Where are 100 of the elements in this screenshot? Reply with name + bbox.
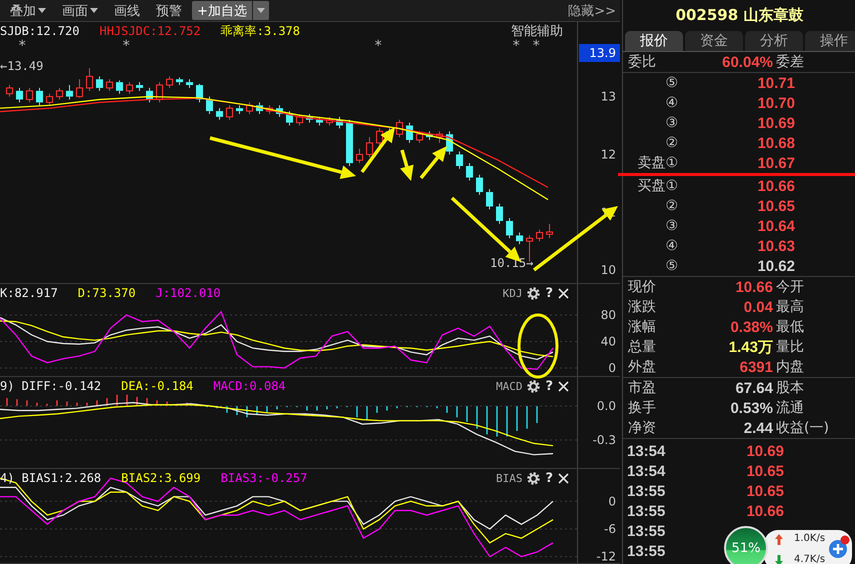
stat-label: 最低	[776, 318, 805, 336]
order-price: 10.66	[756, 178, 796, 194]
candlestick	[496, 203, 503, 224]
settings-icon[interactable]	[527, 472, 540, 484]
stat-label: 涨跌	[628, 298, 657, 316]
candlestick	[16, 87, 23, 103]
menu-button[interactable]: 画面	[56, 2, 104, 20]
order-level-label: ③	[664, 218, 678, 234]
candlestick	[476, 174, 483, 196]
trade-time: 13:54	[627, 442, 666, 460]
help-button[interactable]: ?	[545, 470, 553, 486]
stat-label: 内盘	[776, 358, 805, 376]
candlestick	[46, 93, 53, 106]
trade-price: 10.69	[745, 442, 785, 460]
candlestick	[456, 151, 463, 170]
annotation-arrow	[360, 127, 395, 174]
legend-text: BIAS2:3.699	[121, 471, 201, 485]
stat-label: 股本	[776, 379, 805, 397]
legend-text: SJDB:12.720	[0, 24, 80, 38]
candlestick	[276, 104, 283, 118]
legend-text: 乖离率:3.378	[220, 22, 300, 40]
stat-label: 流通	[776, 399, 805, 417]
legend-text: BIAS3:-0.257	[220, 471, 308, 485]
indicator-name: KDJ	[502, 286, 522, 300]
trade-price: 10.66	[745, 502, 785, 520]
low-price-label: 10.15→	[490, 256, 534, 270]
order-level-label: ④	[664, 95, 678, 111]
candlestick	[396, 119, 403, 138]
toolbar-button[interactable]: 画线	[108, 2, 146, 20]
stat-label: 净资	[628, 419, 657, 437]
settings-icon[interactable]	[527, 286, 540, 300]
stat-label: 委比	[628, 53, 657, 71]
candlestick	[336, 116, 343, 129]
tab[interactable]: 报价	[625, 31, 683, 51]
assist-label[interactable]: 智能辅助	[511, 22, 577, 40]
candlestick	[26, 87, 33, 103]
stat-label: 总量	[628, 338, 657, 356]
candlestick	[366, 136, 373, 158]
stat-label: 量比	[776, 338, 805, 356]
legend-text: D:73.370	[78, 286, 136, 300]
candlestick	[436, 130, 443, 144]
upload-arrow-icon	[775, 534, 783, 545]
candlestick	[306, 113, 313, 124]
help-button[interactable]: ?	[545, 378, 553, 394]
stat-value: 0.38%	[729, 318, 774, 336]
candlestick	[406, 122, 413, 144]
candlestick	[266, 104, 273, 114]
legend-text: 9) DIFF:-0.142	[0, 379, 102, 393]
download-speed: 4.7K/s	[794, 554, 826, 564]
candlestick	[446, 130, 453, 155]
stat-value: 0.53%	[729, 400, 774, 416]
high-price-label: ←13.49	[0, 59, 44, 73]
candlestick	[246, 102, 253, 114]
tab[interactable]: 分析	[745, 31, 803, 51]
download-arrow-icon	[775, 555, 783, 564]
candlestick	[96, 76, 103, 92]
axis-label: -6	[604, 522, 616, 536]
stat-value: 10.66	[734, 278, 774, 296]
stat-value: 67.64	[734, 380, 774, 396]
order-level-label: ③	[664, 115, 678, 131]
tab[interactable]: 操作	[805, 31, 855, 51]
trade-price: 10.65	[745, 462, 785, 480]
stat-value: 0.04	[742, 298, 774, 316]
stat-label: 换手	[628, 399, 657, 417]
order-price: 10.67	[756, 154, 796, 172]
candlestick	[256, 102, 263, 114]
caret-icon	[256, 8, 265, 13]
indicator-name: MACD	[496, 380, 522, 392]
candlestick	[326, 116, 333, 126]
close-icon[interactable]	[558, 288, 569, 298]
settings-icon[interactable]	[527, 380, 540, 392]
annotation-arrow	[420, 146, 447, 180]
caret-icon	[38, 8, 46, 13]
toolbar-button[interactable]: 预警	[150, 2, 188, 20]
candlestick	[136, 82, 143, 92]
order-price: 10.65	[756, 198, 796, 214]
candlestick	[486, 188, 493, 210]
candlestick	[546, 223, 553, 239]
help-button[interactable]: ?	[545, 286, 553, 300]
stat-label: 市盈	[628, 379, 657, 397]
legend-text: J:102.010	[156, 286, 221, 300]
caret-icon	[90, 8, 98, 13]
tab[interactable]: 资金	[685, 31, 743, 51]
candlestick	[506, 218, 513, 239]
hide-panel-button[interactable]: 隐藏>>	[568, 2, 620, 20]
upload-speed: 1.0K/s	[794, 533, 826, 544]
candlestick	[156, 82, 163, 103]
candlestick	[56, 87, 63, 100]
close-icon[interactable]	[558, 380, 569, 392]
candlestick	[416, 130, 423, 144]
stat-label: 委差	[776, 53, 805, 71]
axis-label: 13	[600, 90, 616, 104]
menu-button[interactable]: 叠加	[4, 2, 52, 20]
candlestick	[236, 104, 243, 114]
close-icon[interactable]	[558, 472, 569, 484]
trade-price: 10.65	[745, 482, 785, 500]
plus-icon[interactable]	[828, 535, 850, 559]
legend-text: K:82.917	[0, 286, 58, 300]
order-level-label: ②	[664, 135, 678, 151]
candlestick	[86, 68, 93, 92]
